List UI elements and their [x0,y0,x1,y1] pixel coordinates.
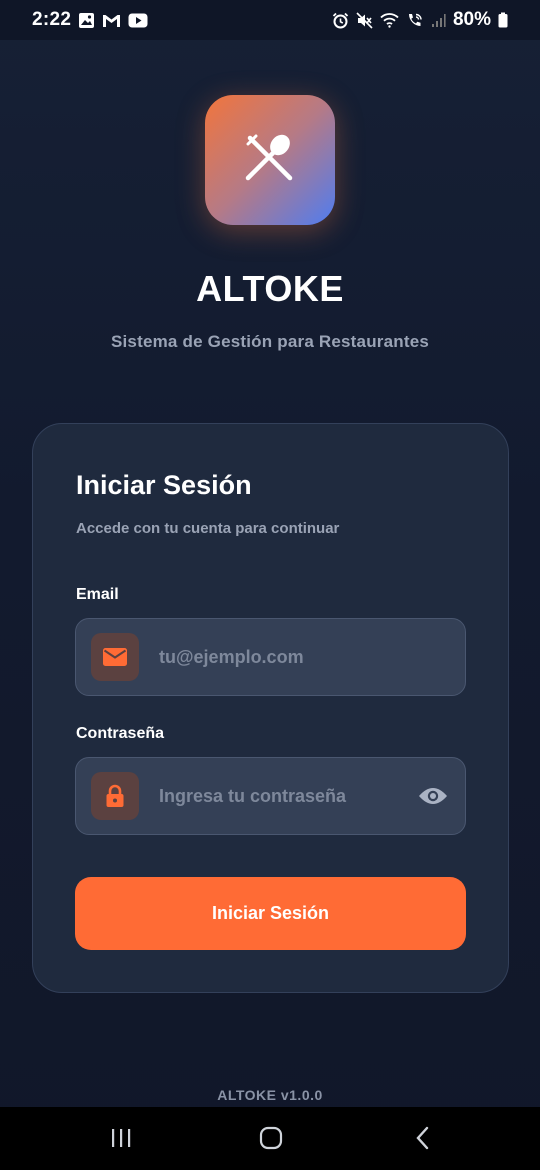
eye-icon[interactable] [413,776,453,816]
image-icon [78,12,95,29]
password-label: Contraseña [76,725,165,742]
login-screen: 2:22 80% ALTOKE Sistema de Gestión para … [0,0,540,1170]
wifi-icon [380,12,399,28]
mail-icon [91,633,139,681]
wifi-calling-icon [406,12,424,29]
login-subtitle: Accede con tu cuenta para continuar [76,520,340,537]
status-bar: 2:22 80% [0,0,540,40]
battery-percent: 80% [452,9,491,30]
alarm-icon [332,12,349,29]
battery-icon [498,12,508,28]
app-name: ALTOKE [196,268,344,309]
utensils-icon [242,130,298,191]
login-card: Iniciar Sesión Accede con tu cuenta para… [32,423,509,993]
password-field-container[interactable] [75,757,466,835]
back-icon[interactable] [408,1125,438,1151]
lock-icon [91,772,139,820]
email-label: Email [76,586,119,603]
app-tagline: Sistema de Gestión para Restaurantes [110,332,430,351]
recents-icon[interactable] [106,1125,136,1151]
app-logo [205,95,335,225]
status-right: 80% [332,9,508,31]
email-field-container[interactable] [75,618,466,696]
navigation-bar [0,1107,540,1170]
login-button[interactable]: Iniciar Sesión [75,877,466,950]
login-title: Iniciar Sesión [76,470,252,500]
signal-icon [431,13,446,28]
status-left: 2:22 [32,9,148,31]
home-icon[interactable] [256,1125,286,1151]
email-input[interactable] [159,619,465,695]
youtube-icon [128,13,148,28]
gmail-icon [102,13,121,28]
password-input[interactable] [159,758,413,834]
app-version: ALTOKE v1.0.0 [217,1087,323,1103]
status-time: 2:22 [32,9,72,30]
mute-icon [356,11,373,29]
